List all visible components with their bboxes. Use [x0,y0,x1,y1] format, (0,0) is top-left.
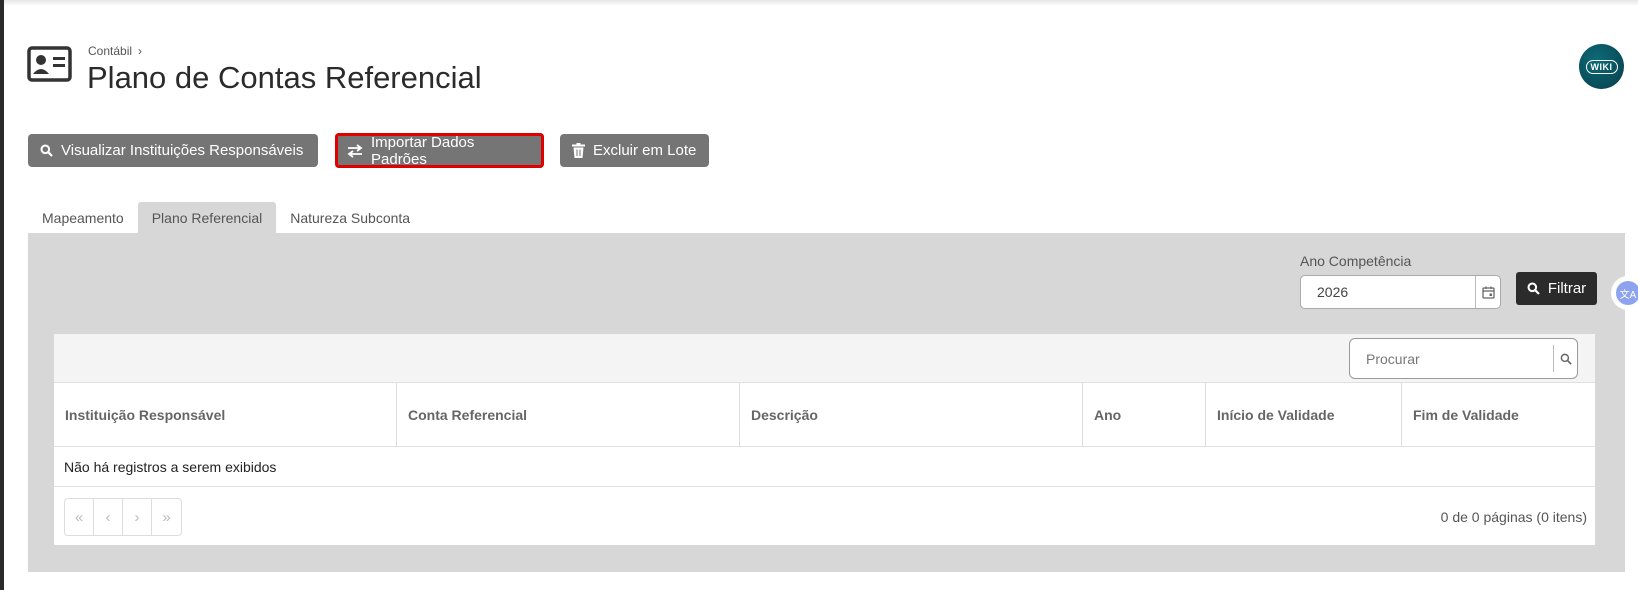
calendar-icon[interactable] [1475,276,1500,308]
chevron-right-icon: › [138,44,143,58]
ano-competencia-label: Ano Competência [1300,253,1412,269]
grid-toolbar: Procurar [54,334,1595,383]
first-page-icon[interactable]: « [65,499,94,535]
tab-natureza-subconta[interactable]: Natureza Subconta [276,202,424,234]
search-icon[interactable] [1553,345,1577,372]
filtrar-label: Filtrar [1547,280,1587,297]
swap-arrows-icon [347,143,363,158]
header-shadow [4,0,1638,6]
column-header-descricao[interactable]: Descrição [740,383,1083,447]
tab-plano-referencial[interactable]: Plano Referencial [137,202,277,234]
importar-dados-padroes-label: Importar Dados Padrões [371,133,475,168]
search-placeholder[interactable]: Procurar [1350,351,1553,367]
visualizar-instituicoes-button[interactable]: Visualizar Instituições Responsáveis [28,134,318,167]
next-page-icon[interactable]: › [123,499,152,535]
window-edge [0,0,4,590]
search-icon [1527,282,1540,295]
wiki-label: WIKI [1585,59,1618,74]
visualizar-instituicoes-label: Visualizar Instituições Responsáveis [61,142,304,159]
column-header-conta-referencial[interactable]: Conta Referencial [397,383,740,447]
ano-competencia-field[interactable]: 2026 [1300,275,1501,309]
data-grid: Procurar Instituição Responsável Conta R… [54,334,1595,545]
ano-competencia-value[interactable]: 2026 [1301,284,1475,300]
id-card-icon [27,46,72,82]
excluir-em-lote-label: Excluir em Lote [593,142,697,159]
search-icon [40,144,53,157]
column-header-ano[interactable]: Ano [1083,383,1206,447]
prev-page-icon[interactable]: ‹ [94,499,123,535]
excluir-em-lote-button[interactable]: Excluir em Lote [560,134,709,167]
breadcrumb-item-contabil[interactable]: Contábil [88,44,132,58]
translate-helper-button[interactable]: 文A [1611,276,1638,310]
empty-message: Não há registros a serem exibidos [54,447,1595,487]
page-info: 0 de 0 páginas (0 itens) [1440,509,1587,525]
pagination: « ‹ › » [64,498,182,536]
breadcrumb: Contábil › [88,44,142,58]
translate-icon: 文A [1616,281,1638,305]
search-input[interactable]: Procurar [1349,338,1578,379]
tab-bar: Mapeamento Plano Referencial Natureza Su… [28,202,424,234]
last-page-icon[interactable]: » [152,499,181,535]
page-title: Plano de Contas Referencial [87,60,482,95]
grid-header: Instituição Responsável Conta Referencia… [54,383,1595,447]
wiki-button[interactable]: WIKI [1579,44,1624,89]
importar-dados-padroes-button[interactable]: Importar Dados Padrões [335,133,544,168]
grid-footer: « ‹ › » 0 de 0 páginas (0 itens) [54,487,1595,545]
column-header-fim-validade[interactable]: Fim de Validade [1402,383,1595,447]
trash-icon [572,143,585,158]
app-frame: Contábil › Plano de Contas Referencial W… [0,0,1638,590]
column-header-instituicao[interactable]: Instituição Responsável [54,383,397,447]
tab-mapeamento[interactable]: Mapeamento [28,202,138,234]
column-header-inicio-validade[interactable]: Início de Validade [1206,383,1402,447]
filtrar-button[interactable]: Filtrar [1516,272,1597,305]
